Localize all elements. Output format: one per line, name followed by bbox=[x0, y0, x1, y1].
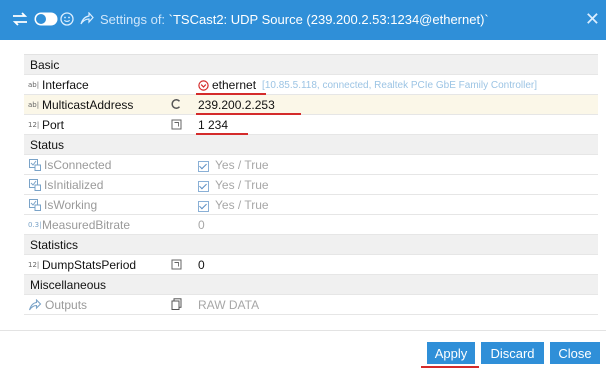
bool-value: Yes / True bbox=[198, 198, 269, 212]
property-label: MulticastAddress bbox=[42, 98, 134, 112]
string-type-icon: ab| bbox=[28, 101, 40, 109]
close-icon[interactable]: ✕ bbox=[585, 9, 600, 30]
property-row-isconnected: IsConnected Yes / True bbox=[24, 155, 598, 175]
property-name: ab| MulticastAddress bbox=[28, 98, 133, 112]
property-row-outputs[interactable]: Outputs RAW DATA bbox=[24, 295, 598, 315]
group-basic[interactable]: Basic bbox=[24, 55, 598, 75]
checkbox-icon bbox=[198, 160, 209, 172]
interface-value[interactable]: ethernet [10.85.5.118, connected, Realte… bbox=[198, 78, 537, 92]
number-type-icon: 12| bbox=[28, 121, 40, 129]
group-miscellaneous[interactable]: Miscellaneous bbox=[24, 275, 598, 295]
property-name: IsWorking bbox=[28, 198, 97, 212]
checkbox-icon bbox=[198, 180, 209, 192]
decimal-type-icon: 0.3| bbox=[28, 221, 42, 229]
property-name: 0.3| MeasuredBitrate bbox=[28, 218, 130, 232]
multicast-address-input[interactable]: 239.200.2.253 bbox=[198, 98, 275, 112]
group-label: Status bbox=[30, 138, 65, 152]
bool-value: Yes / True bbox=[198, 158, 269, 172]
group-status[interactable]: Status bbox=[24, 135, 598, 155]
property-row-isinitialized: IsInitialized Yes / True bbox=[24, 175, 598, 195]
group-label: Miscellaneous bbox=[30, 278, 107, 292]
property-label: IsInitialized bbox=[44, 178, 104, 192]
group-statistics[interactable]: Statistics bbox=[24, 235, 598, 255]
bitrate-value: 0 bbox=[198, 218, 205, 232]
property-name: Outputs bbox=[28, 298, 87, 312]
discard-button[interactable]: Discard bbox=[481, 342, 544, 364]
port-input[interactable]: 1 234 bbox=[198, 118, 228, 132]
number-type-icon: 12| bbox=[28, 261, 40, 269]
bool-text: Yes / True bbox=[215, 158, 269, 172]
checkbox-icon bbox=[198, 200, 209, 212]
property-name: 12| DumpStatsPeriod bbox=[28, 258, 136, 272]
bool-text: Yes / True bbox=[215, 178, 269, 192]
property-name: ab| Interface bbox=[28, 78, 89, 92]
share-icon[interactable] bbox=[80, 12, 94, 26]
outputs-value: RAW DATA bbox=[198, 298, 260, 312]
string-type-icon: ab| bbox=[28, 81, 40, 89]
annotation-underline bbox=[421, 366, 479, 368]
dropdown-icon[interactable] bbox=[198, 79, 209, 91]
property-name: 12| Port bbox=[28, 118, 64, 132]
group-label: Basic bbox=[30, 58, 60, 72]
property-row-isworking: IsWorking Yes / True bbox=[24, 195, 598, 215]
bool-value: Yes / True bbox=[198, 178, 269, 192]
edit-icon[interactable] bbox=[169, 257, 183, 271]
bool-text: Yes / True bbox=[215, 198, 269, 212]
group-label: Statistics bbox=[30, 238, 79, 252]
property-row-multicast-address[interactable]: ab| MulticastAddress 239.200.2.253 bbox=[24, 95, 598, 115]
title-text: `TSCast2: UDP Source (239.200.2.53:1234@… bbox=[168, 12, 489, 27]
apply-button[interactable]: Apply bbox=[427, 342, 475, 364]
property-label: DumpStatsPeriod bbox=[42, 258, 137, 272]
property-row-measured-bitrate: 0.3| MeasuredBitrate 0 bbox=[24, 215, 598, 235]
bool-type-icon bbox=[29, 159, 41, 171]
property-label: IsConnected bbox=[44, 158, 112, 172]
footer-divider bbox=[0, 330, 606, 331]
property-row-interface[interactable]: ab| Interface ethernet [10.85.5.118, con… bbox=[24, 75, 598, 95]
property-grid: Basic ab| Interface ethernet [10.85.5.11… bbox=[24, 54, 598, 315]
property-name: IsConnected bbox=[28, 158, 111, 172]
title-prefix: Settings of: bbox=[100, 12, 169, 27]
property-label: Port bbox=[42, 118, 65, 132]
bool-type-icon bbox=[29, 179, 41, 191]
property-label: IsWorking bbox=[44, 198, 98, 212]
close-button[interactable]: Close bbox=[550, 342, 600, 364]
property-name: IsInitialized bbox=[28, 178, 103, 192]
dump-stats-period-input[interactable]: 0 bbox=[198, 258, 205, 272]
title-bar: Settings of: `TSCast2: UDP Source (239.2… bbox=[0, 0, 606, 40]
interface-text: ethernet bbox=[212, 78, 257, 92]
swap-icon[interactable] bbox=[12, 12, 28, 26]
property-label: MeasuredBitrate bbox=[42, 218, 131, 232]
toggle-switch[interactable] bbox=[34, 12, 58, 26]
copy-icon[interactable] bbox=[169, 297, 183, 311]
edit-icon[interactable] bbox=[169, 117, 183, 131]
bool-type-icon bbox=[29, 199, 41, 211]
property-row-dump-stats-period[interactable]: 12| DumpStatsPeriod 0 bbox=[24, 255, 598, 275]
window-title: Settings of: `TSCast2: UDP Source (239.2… bbox=[100, 12, 489, 27]
property-label: Interface bbox=[42, 78, 89, 92]
refresh-icon[interactable] bbox=[169, 97, 183, 111]
property-label: Outputs bbox=[45, 298, 88, 312]
share-icon bbox=[28, 299, 42, 311]
property-row-port[interactable]: 12| Port 1 234 bbox=[24, 115, 598, 135]
interface-hint: [10.85.5.118, connected, Realtek PCIe Gb… bbox=[262, 79, 538, 91]
smiley-icon[interactable] bbox=[60, 12, 74, 26]
